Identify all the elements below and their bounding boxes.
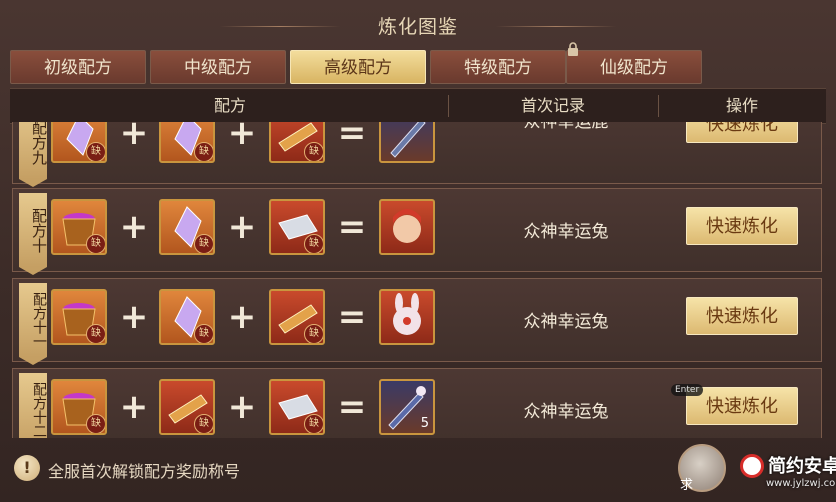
tab-basic-recipe[interactable]: 初级配方 [10, 50, 146, 84]
recipe-number-tag: 配方十二 [19, 373, 47, 438]
header-operation: 操作 [725, 96, 758, 115]
ingredient-crystal-icon[interactable]: 缺 [159, 199, 215, 255]
lock-icon [568, 42, 578, 56]
plus-icon: + [227, 297, 257, 337]
recipe-row: 配方九 缺 + 缺 + 缺 = 众神幸运鹿 快速炼化 [12, 122, 822, 187]
watermark: 简约安卓网 www.jylzwj.com [736, 448, 836, 498]
enter-tooltip: Enter [671, 384, 704, 396]
plus-icon: + [227, 122, 257, 153]
missing-badge: 缺 [194, 414, 213, 433]
tab-special-recipe[interactable]: 特级配方 [430, 50, 566, 84]
ingredient-bucket-icon[interactable]: 缺 [51, 199, 107, 255]
footer-info-text: 全服首次解锁配方奖励称号 [48, 462, 241, 481]
watermark-logo-icon [740, 454, 764, 478]
missing-badge: 缺 [86, 324, 105, 343]
first-record-name: 众神幸运鹿 [523, 122, 609, 132]
missing-badge: 缺 [194, 234, 213, 253]
plus-icon: + [119, 387, 149, 427]
quick-refine-button[interactable]: 快速炼化 [686, 207, 798, 245]
ingredient-crystal-icon[interactable]: 缺 [159, 122, 215, 163]
header-first-record: 首次记录 [520, 96, 585, 115]
result-weapon-icon[interactable] [379, 122, 435, 163]
recipe-number-tag: 配方十一 [19, 283, 47, 365]
first-record-name: 众神幸运兔 [523, 312, 609, 332]
recipe-number-tag: 配方九 [19, 122, 48, 187]
recipe-list[interactable]: 配方九 缺 + 缺 + 缺 = 众神幸运鹿 快速炼化 配方十 缺 + 缺 + 缺… [10, 122, 826, 438]
table-header: 配方 首次记录 操作 [10, 88, 826, 124]
recipe-row: 配方十二 缺 + 缺 + 缺 = 5 众神幸运兔 快速炼化 [12, 368, 822, 438]
tab-bar: 初级配方 中级配方 高级配方 特级配方 仙级配方 [10, 50, 830, 86]
title-bar: 炼化图鉴 [0, 0, 836, 50]
ingredient-wood-plank-icon[interactable]: 缺 [159, 379, 215, 435]
header-recipe: 配方 [213, 96, 246, 115]
tab-advanced-recipe[interactable]: 高级配方 [290, 50, 426, 84]
plus-icon: + [119, 122, 149, 153]
plus-icon: + [227, 387, 257, 427]
tab-immortal-recipe[interactable]: 仙级配方 [566, 50, 702, 84]
missing-badge: 缺 [304, 414, 323, 433]
missing-badge: 缺 [304, 142, 323, 161]
ingredient-bucket-icon[interactable]: 缺 [51, 379, 107, 435]
missing-badge: 缺 [86, 414, 105, 433]
result-staff-icon[interactable]: 5 [379, 379, 435, 435]
request-label: 求 [680, 478, 694, 493]
equals-icon: = [337, 387, 367, 427]
plus-icon: + [119, 297, 149, 337]
equals-icon: = [337, 297, 367, 337]
result-count: 5 [420, 416, 429, 431]
quick-refine-button[interactable]: 快速炼化 [686, 122, 798, 143]
recipe-number-tag: 配方十 [19, 193, 48, 275]
missing-badge: 缺 [304, 234, 323, 253]
ingredient-paper-icon[interactable]: 缺 [269, 199, 325, 255]
ingredient-crystal-icon[interactable]: 缺 [159, 289, 215, 345]
equals-icon: = [337, 207, 367, 247]
title-ornament-right [496, 26, 616, 27]
missing-badge: 缺 [304, 324, 323, 343]
page-title: 炼化图鉴 [377, 16, 458, 38]
missing-badge: 缺 [86, 142, 105, 161]
watermark-title: 简约安卓网 [768, 456, 836, 477]
result-rabbit-icon[interactable] [379, 289, 435, 345]
refining-catalog-panel: 炼化图鉴 初级配方 中级配方 高级配方 特级配方 仙级配方 配方 首次记录 操作… [0, 0, 836, 502]
ingredient-wood-plank-icon[interactable]: 缺 [269, 289, 325, 345]
first-record-name: 众神幸运兔 [523, 222, 609, 242]
missing-badge: 缺 [86, 234, 105, 253]
exclamation-icon[interactable]: ! [14, 455, 40, 481]
missing-badge: 缺 [194, 324, 213, 343]
ingredient-bucket-icon[interactable]: 缺 [51, 289, 107, 345]
plus-icon: + [227, 207, 257, 247]
recipe-row: 配方十一 缺 + 缺 + 缺 = 众神幸运兔 快速炼化 [12, 278, 822, 365]
missing-badge: 缺 [194, 142, 213, 161]
tab-intermediate-recipe[interactable]: 中级配方 [150, 50, 286, 84]
result-character-icon[interactable] [379, 199, 435, 255]
recipe-row: 配方十 缺 + 缺 + 缺 = 众神幸运兔 快速炼化 [12, 188, 822, 275]
quick-refine-button[interactable]: 快速炼化 [686, 297, 798, 335]
quick-refine-button[interactable]: 快速炼化 [686, 387, 798, 425]
ingredient-crystal-icon[interactable]: 缺 [51, 122, 107, 163]
ingredient-wood-plank-icon[interactable]: 缺 [269, 122, 325, 163]
plus-icon: + [119, 207, 149, 247]
equals-icon: = [337, 122, 367, 153]
watermark-url: www.jylzwj.com [766, 478, 836, 489]
first-record-name: 众神幸运兔 [523, 402, 609, 422]
ingredient-paper-icon[interactable]: 缺 [269, 379, 325, 435]
